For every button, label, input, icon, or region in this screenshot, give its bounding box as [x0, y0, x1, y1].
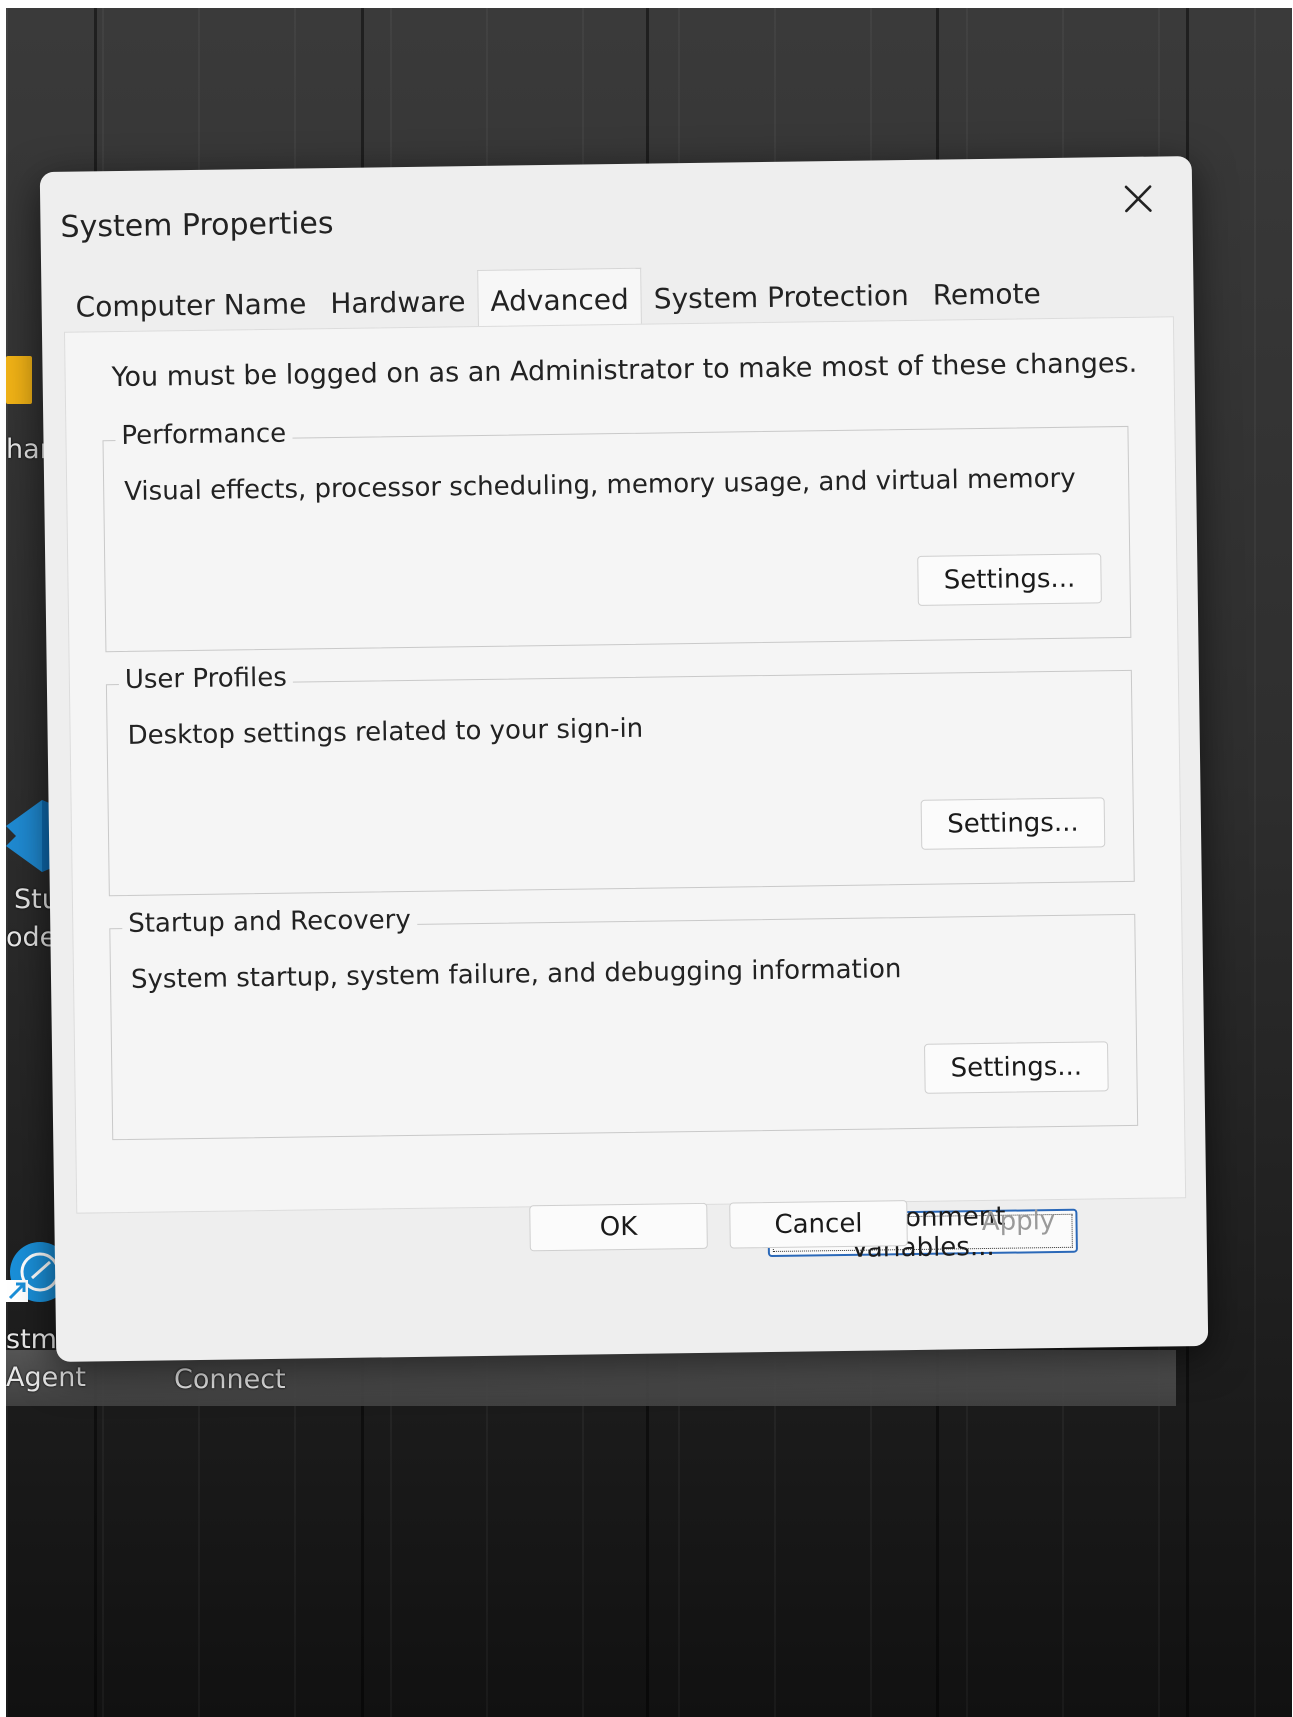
close-icon: [1124, 185, 1152, 213]
performance-group: Performance Visual effects, processor sc…: [102, 418, 1132, 653]
ok-button[interactable]: OK: [529, 1202, 708, 1252]
startup-recovery-legend: Startup and Recovery: [122, 904, 417, 940]
tab-advanced[interactable]: Advanced: [477, 267, 643, 328]
dialog-title: System Properties: [60, 206, 334, 245]
apply-button[interactable]: Apply: [929, 1197, 1108, 1245]
performance-legend: Performance: [115, 418, 293, 452]
cancel-button[interactable]: Cancel: [729, 1200, 908, 1249]
performance-settings-button[interactable]: Settings...: [917, 553, 1102, 606]
close-button[interactable]: [1114, 174, 1163, 223]
system-properties-dialog: System Properties Computer Name Hardware…: [39, 156, 1209, 1362]
tab-hardware[interactable]: Hardware: [318, 275, 478, 330]
advanced-tab-panel: You must be logged on as an Administrato…: [63, 316, 1187, 1264]
desktop-icon-label: ode: [6, 922, 57, 953]
admin-notice: You must be logged on as an Administrato…: [111, 347, 1138, 394]
folder-icon[interactable]: [6, 356, 32, 404]
user-profiles-description: Desktop settings related to your sign-in: [127, 713, 644, 751]
user-profiles-group: User Profiles Desktop settings related t…: [105, 662, 1135, 897]
user-profiles-settings-button[interactable]: Settings...: [920, 797, 1106, 850]
performance-description: Visual effects, processor scheduling, me…: [124, 463, 1076, 507]
tab-remote[interactable]: Remote: [920, 267, 1053, 322]
desktop-icon-label: Agent: [6, 1362, 86, 1393]
startup-recovery-group: Startup and Recovery System startup, sys…: [109, 904, 1139, 1141]
desktop-icon-label: Connect: [174, 1364, 286, 1395]
startup-recovery-description: System startup, system failure, and debu…: [130, 954, 902, 995]
user-profiles-legend: User Profiles: [118, 662, 293, 696]
tab-computer-name[interactable]: Computer Name: [63, 277, 318, 334]
tab-system-protection[interactable]: System Protection: [641, 269, 921, 326]
startup-recovery-settings-button[interactable]: Settings...: [924, 1041, 1109, 1094]
